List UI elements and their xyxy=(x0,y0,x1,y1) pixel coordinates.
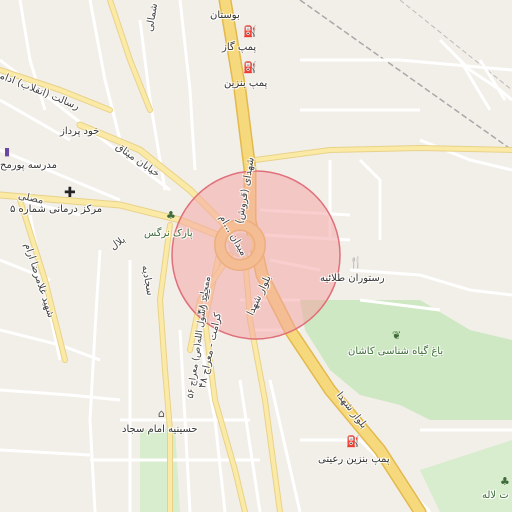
map-canvas[interactable]: شمالی رسالت (انقلاب) ادامه خیابان میثاق … xyxy=(0,0,512,512)
place-label-hosseiniyeh[interactable]: حسینیه امام سجاد xyxy=(122,424,198,435)
place-label-pump-gas[interactable]: پمپ گاز xyxy=(222,42,256,53)
fuel-icon[interactable]: ⛽ xyxy=(243,26,257,37)
hospital-icon[interactable]: ✚ xyxy=(64,186,76,200)
fuel-icon[interactable]: ⛽ xyxy=(243,62,257,73)
school-icon[interactable]: ▮ xyxy=(4,146,10,157)
place-label-clinic[interactable]: مرکز درمانی شماره ۵ xyxy=(10,204,102,215)
restaurant-icon[interactable]: 🍴 xyxy=(349,257,363,268)
place-label-raiati[interactable]: پمپ بنزین رعیتی xyxy=(318,454,390,465)
mosque-icon[interactable]: ⌂ xyxy=(158,408,165,419)
map-base-layer xyxy=(0,0,512,512)
railway-line-2 xyxy=(399,0,512,91)
place-label-park-narges[interactable]: پارک نرگس xyxy=(144,228,193,239)
place-label-laleh[interactable]: ت لاله xyxy=(482,490,509,501)
place-label-pump-benzin[interactable]: پمپ بنزین xyxy=(224,78,267,89)
tree-icon[interactable]: ♣ xyxy=(166,210,176,221)
park-area-south xyxy=(140,428,180,512)
garden-icon[interactable]: ❦ xyxy=(392,330,401,341)
place-label-talaiye[interactable]: رستوران طلائیه xyxy=(320,273,385,284)
tree-icon[interactable]: ♣ xyxy=(500,476,510,487)
place-label-bostan[interactable]: بوستان xyxy=(210,10,240,21)
place-label-school[interactable]: مدرسه پورمح xyxy=(0,160,57,171)
fuel-icon[interactable]: ⛽ xyxy=(346,436,360,447)
place-label-botanical[interactable]: باغ گیاه شناسی کاشان xyxy=(348,346,443,357)
park-area-se xyxy=(420,440,512,512)
place-label-khodpardaz[interactable]: خود پرداز xyxy=(60,126,99,137)
